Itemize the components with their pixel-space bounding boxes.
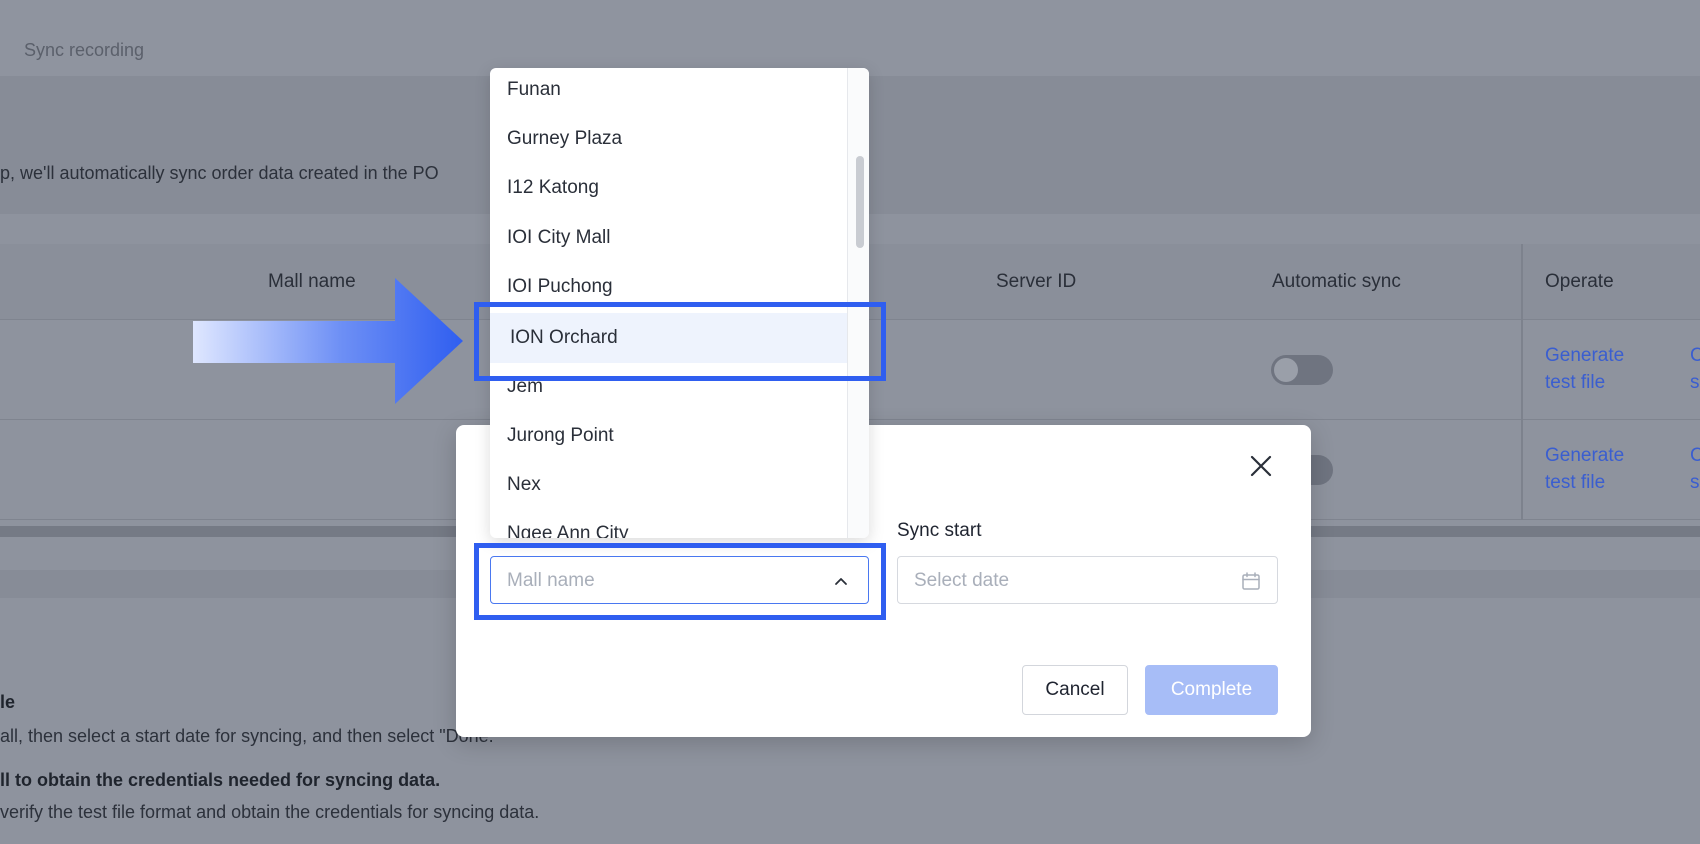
- sync-start-label: Sync start: [897, 520, 982, 541]
- mall-option-jurong-point[interactable]: Jurong Point: [490, 412, 847, 460]
- close-icon[interactable]: [1249, 454, 1273, 478]
- mall-option-ioi-city-mall[interactable]: IOI City Mall: [490, 214, 847, 262]
- tab-sync-recording[interactable]: Sync recording: [24, 40, 144, 61]
- highlight-ion-orchard-option: [474, 302, 886, 381]
- dropdown-scrollbar-thumb[interactable]: [856, 156, 864, 248]
- guide-step1-title: le: [0, 692, 16, 712]
- mall-option-gurney-plaza[interactable]: Gurney Plaza: [490, 115, 847, 163]
- date-placeholder: Select date: [914, 570, 1010, 591]
- automatic-sync-toggle[interactable]: [1271, 355, 1333, 385]
- guide-step2-title: ll to obtain the credentials needed for …: [0, 770, 441, 790]
- description-text: p, we'll automatically sync order data c…: [0, 163, 439, 183]
- cancel-button[interactable]: Cancel: [1022, 665, 1128, 715]
- complete-button[interactable]: Complete: [1145, 665, 1278, 715]
- operate-column-divider: [1521, 244, 1700, 520]
- arrow-right-icon: [193, 278, 463, 404]
- guide-step2-text: verify the test file format and obtain t…: [0, 802, 540, 822]
- mall-option-ngee-ann-city[interactable]: Ngee Ann City: [490, 510, 847, 538]
- top-tab-bar: Sync recording: [0, 0, 1700, 76]
- column-header-server-id: Server ID: [996, 271, 1077, 292]
- guide-step1-text: all, then select a start date for syncin…: [0, 726, 501, 746]
- mall-option-nex[interactable]: Nex: [490, 461, 847, 509]
- highlight-mall-name-select: [474, 543, 886, 620]
- mall-option-funan[interactable]: Funan: [490, 68, 847, 114]
- mall-option-i12-katong[interactable]: I12 Katong: [490, 164, 847, 212]
- column-header-automatic-sync: Automatic sync: [1272, 271, 1401, 292]
- sync-start-date-picker[interactable]: Select date: [897, 556, 1278, 604]
- calendar-icon: [1242, 572, 1260, 590]
